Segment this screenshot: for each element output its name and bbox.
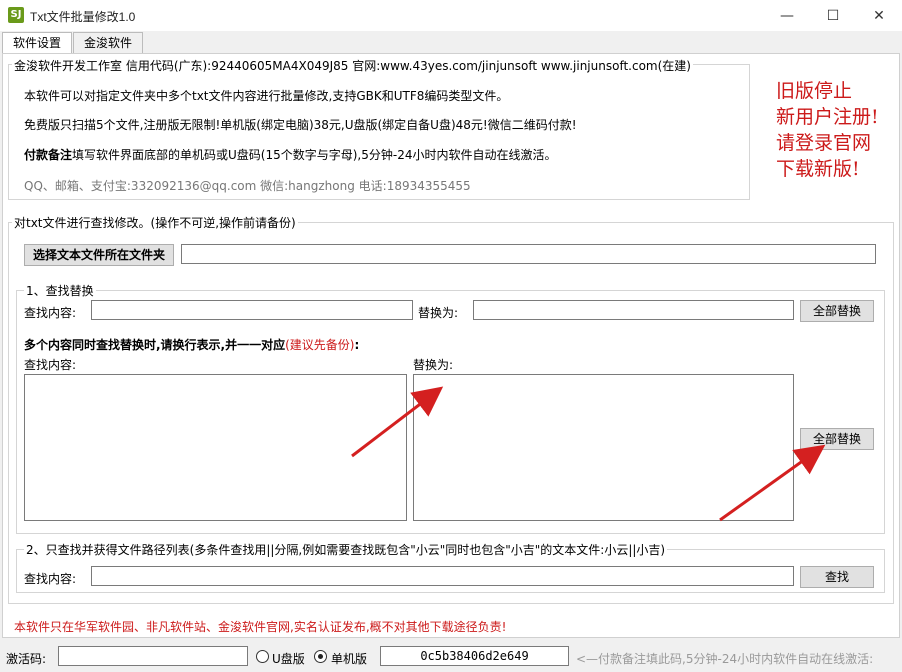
- annotation-arrows: [351, 386, 826, 522]
- arrow-to-replace-all-button: [719, 444, 826, 522]
- arrow-to-replace-textarea: [351, 386, 444, 458]
